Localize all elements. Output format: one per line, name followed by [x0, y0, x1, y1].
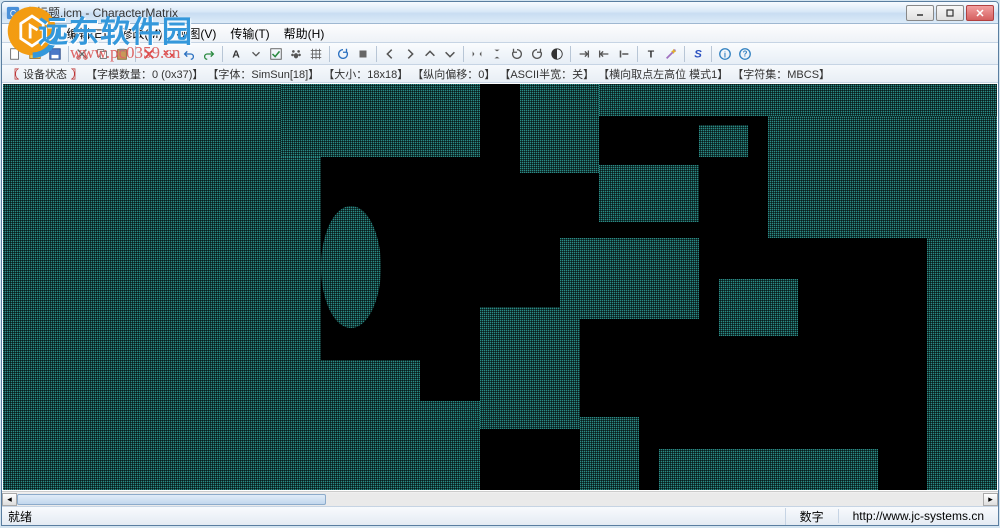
- menubar: 文件(F) 编辑(E) 修改(M) 视图(V) 传输(T) 帮助(H): [2, 24, 998, 43]
- menu-view[interactable]: 视图(V): [169, 24, 223, 43]
- rotate-ccw-icon[interactable]: [508, 45, 526, 63]
- scroll-thumb[interactable]: [17, 494, 326, 505]
- redo-icon[interactable]: [200, 45, 218, 63]
- s-script-icon[interactable]: S: [689, 45, 707, 63]
- refresh-icon[interactable]: [334, 45, 352, 63]
- horizontal-scrollbar[interactable]: ◂ ▸: [2, 491, 998, 506]
- paw-icon[interactable]: [287, 45, 305, 63]
- info-charset: 【字符集：MBCS】: [732, 66, 830, 82]
- info-voffset: 【纵向偏移：0】: [412, 66, 495, 82]
- arrow-down-icon[interactable]: [247, 45, 265, 63]
- go-end-icon[interactable]: [575, 45, 593, 63]
- separator: [222, 46, 223, 62]
- arrow-up-icon[interactable]: [421, 45, 439, 63]
- separator: [637, 46, 638, 62]
- menu-edit[interactable]: 编辑(E): [59, 24, 113, 43]
- check-icon[interactable]: [267, 45, 285, 63]
- svg-text:S: S: [694, 48, 702, 60]
- end-stop-icon[interactable]: [615, 45, 633, 63]
- statusbar: 就绪 数字 http://www.jc-systems.cn: [2, 506, 998, 525]
- arrow-left-icon[interactable]: [381, 45, 399, 63]
- scroll-right-button[interactable]: ▸: [983, 493, 998, 506]
- menu-transfer[interactable]: 传输(T): [223, 24, 276, 43]
- undo-icon[interactable]: [180, 45, 198, 63]
- go-start-icon[interactable]: [595, 45, 613, 63]
- titlebar: C 未标题.icm - CharacterMatrix: [2, 2, 998, 24]
- stop-icon[interactable]: [354, 45, 372, 63]
- info-bar: 〖 设备状态 〗 【字模数量：0 (0x37)】 【字体：SimSun[18]】…: [2, 65, 998, 83]
- rotate-cw-icon[interactable]: [528, 45, 546, 63]
- delete-xx-icon[interactable]: [160, 45, 178, 63]
- app-icon: C: [6, 6, 20, 20]
- grid-icon[interactable]: [307, 45, 325, 63]
- info-status-marker-end: 〗: [71, 66, 82, 82]
- window-title: 未标题.icm - CharacterMatrix: [24, 4, 906, 21]
- status-url: http://www.jc-systems.cn: [838, 509, 998, 523]
- svg-text:C: C: [10, 8, 16, 18]
- info-size: 【大小：18x18】: [323, 66, 408, 82]
- svg-text:i: i: [724, 50, 726, 59]
- help-icon[interactable]: ?: [736, 45, 754, 63]
- menu-help[interactable]: 帮助(H): [277, 24, 332, 43]
- separator: [376, 46, 377, 62]
- maximize-button[interactable]: [936, 5, 964, 21]
- menu-file[interactable]: 文件(F): [6, 24, 59, 43]
- svg-text:T: T: [648, 48, 655, 60]
- cut-icon[interactable]: [73, 45, 91, 63]
- delete-x-icon[interactable]: [140, 45, 158, 63]
- flip-h-icon[interactable]: [468, 45, 486, 63]
- info-mode: 【横向取点左高位 模式1】: [598, 66, 728, 82]
- toolbar: A T S i ?: [2, 43, 998, 65]
- arrow-dn-icon[interactable]: [441, 45, 459, 63]
- new-icon[interactable]: [6, 45, 24, 63]
- info-device-status: 设备状态: [23, 66, 67, 82]
- copy-icon[interactable]: [93, 45, 111, 63]
- separator: [329, 46, 330, 62]
- separator: [711, 46, 712, 62]
- about-icon[interactable]: i: [716, 45, 734, 63]
- scroll-track[interactable]: [17, 493, 983, 506]
- arrow-right-icon[interactable]: [401, 45, 419, 63]
- separator: [684, 46, 685, 62]
- separator: [135, 46, 136, 62]
- font-a-icon[interactable]: A: [227, 45, 245, 63]
- paste-icon[interactable]: [113, 45, 131, 63]
- character-matrix-canvas[interactable]: [3, 84, 997, 490]
- status-numlock: 数字: [785, 508, 838, 525]
- wand-icon[interactable]: [662, 45, 680, 63]
- close-button[interactable]: [966, 5, 994, 21]
- minimize-button[interactable]: [906, 5, 934, 21]
- info-font: 【字体：SimSun[18]】: [207, 66, 319, 82]
- open-icon[interactable]: [26, 45, 44, 63]
- separator: [68, 46, 69, 62]
- flip-v-icon[interactable]: [488, 45, 506, 63]
- svg-text:?: ?: [743, 49, 748, 58]
- info-char-count: 【字模数量：0 (0x37)】: [86, 66, 203, 82]
- invert-icon[interactable]: [548, 45, 566, 63]
- text-t-icon[interactable]: T: [642, 45, 660, 63]
- scroll-left-button[interactable]: ◂: [2, 493, 17, 506]
- separator: [570, 46, 571, 62]
- menu-modify[interactable]: 修改(M): [113, 24, 169, 43]
- canvas-area: [2, 83, 998, 491]
- info-status-marker: 〖: [8, 66, 19, 82]
- save-icon[interactable]: [46, 45, 64, 63]
- status-ready: 就绪: [2, 508, 785, 525]
- separator: [463, 46, 464, 62]
- info-ascii: 【ASCII半宽：关】: [499, 66, 594, 82]
- svg-text:A: A: [232, 48, 240, 60]
